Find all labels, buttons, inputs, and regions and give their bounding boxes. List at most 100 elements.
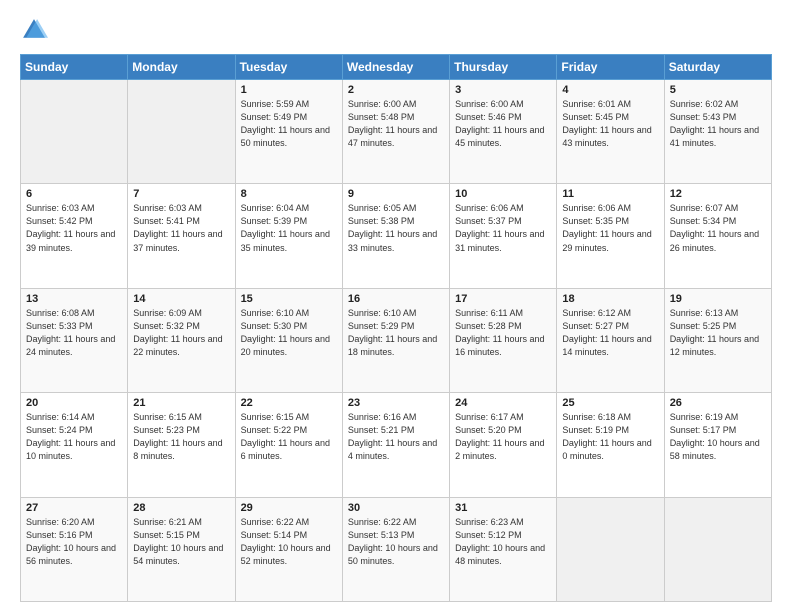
day-number: 6: [26, 188, 122, 200]
day-info: Sunrise: 5:59 AM Sunset: 5:49 PM Dayligh…: [241, 98, 337, 150]
day-number: 31: [455, 502, 551, 514]
day-info: Sunrise: 6:22 AM Sunset: 5:13 PM Dayligh…: [348, 516, 444, 568]
calendar-cell: 10 Sunrise: 6:06 AM Sunset: 5:37 PM Dayli…: [450, 184, 557, 288]
calendar-cell: [557, 497, 664, 601]
day-number: 12: [670, 188, 766, 200]
day-info: Sunrise: 6:04 AM Sunset: 5:39 PM Dayligh…: [241, 202, 337, 254]
calendar-table: SundayMondayTuesdayWednesdayThursdayFrid…: [20, 54, 772, 602]
calendar-cell: [664, 497, 771, 601]
day-number: 22: [241, 397, 337, 409]
day-number: 10: [455, 188, 551, 200]
day-number: 11: [562, 188, 658, 200]
calendar-cell: 29 Sunrise: 6:22 AM Sunset: 5:14 PM Dayli…: [235, 497, 342, 601]
day-number: 16: [348, 293, 444, 305]
day-number: 30: [348, 502, 444, 514]
weekday-header: Sunday: [21, 55, 128, 80]
calendar-cell: 16 Sunrise: 6:10 AM Sunset: 5:29 PM Dayli…: [342, 288, 449, 392]
day-number: 24: [455, 397, 551, 409]
calendar-body: 1 Sunrise: 5:59 AM Sunset: 5:49 PM Daylig…: [21, 80, 772, 602]
day-number: 14: [133, 293, 229, 305]
day-number: 21: [133, 397, 229, 409]
calendar-cell: 28Sunrise: 6:21 AM Sunset: 5:15 PM Dayli…: [128, 497, 235, 601]
calendar-cell: 3 Sunrise: 6:00 AM Sunset: 5:46 PM Daylig…: [450, 80, 557, 184]
weekday-header: Friday: [557, 55, 664, 80]
calendar-cell: 4Sunrise: 6:01 AM Sunset: 5:45 PM Daylig…: [557, 80, 664, 184]
calendar-week: 6 Sunrise: 6:03 AM Sunset: 5:42 PM Daylig…: [21, 184, 772, 288]
calendar-cell: 2 Sunrise: 6:00 AM Sunset: 5:48 PM Daylig…: [342, 80, 449, 184]
calendar-cell: 21 Sunrise: 6:15 AM Sunset: 5:23 PM Dayli…: [128, 393, 235, 497]
day-info: Sunrise: 6:06 AM Sunset: 5:35 PM Dayligh…: [562, 202, 658, 254]
calendar-cell: 1 Sunrise: 5:59 AM Sunset: 5:49 PM Daylig…: [235, 80, 342, 184]
day-number: 15: [241, 293, 337, 305]
day-info: Sunrise: 6:13 AM Sunset: 5:25 PM Dayligh…: [670, 307, 766, 359]
day-info: Sunrise: 6:16 AM Sunset: 5:21 PM Dayligh…: [348, 411, 444, 463]
day-number: 3: [455, 84, 551, 96]
weekday-header: Tuesday: [235, 55, 342, 80]
day-info: Sunrise: 6:15 AM Sunset: 5:23 PM Dayligh…: [133, 411, 229, 463]
calendar-cell: 22 Sunrise: 6:15 AM Sunset: 5:22 PM Dayli…: [235, 393, 342, 497]
day-info: Sunrise: 6:22 AM Sunset: 5:14 PM Dayligh…: [241, 516, 337, 568]
day-info: Sunrise: 6:06 AM Sunset: 5:37 PM Dayligh…: [455, 202, 551, 254]
day-info: Sunrise: 6:03 AM Sunset: 5:41 PM Dayligh…: [133, 202, 229, 254]
calendar-cell: [128, 80, 235, 184]
day-info: Sunrise: 6:14 AM Sunset: 5:24 PM Dayligh…: [26, 411, 122, 463]
page: SundayMondayTuesdayWednesdayThursdayFrid…: [0, 0, 792, 612]
calendar-cell: 24 Sunrise: 6:17 AM Sunset: 5:20 PM Dayli…: [450, 393, 557, 497]
day-info: Sunrise: 6:02 AM Sunset: 5:43 PM Dayligh…: [670, 98, 766, 150]
day-number: 29: [241, 502, 337, 514]
calendar-cell: 5 Sunrise: 6:02 AM Sunset: 5:43 PM Daylig…: [664, 80, 771, 184]
day-info: Sunrise: 6:15 AM Sunset: 5:22 PM Dayligh…: [241, 411, 337, 463]
day-info: Sunrise: 6:10 AM Sunset: 5:29 PM Dayligh…: [348, 307, 444, 359]
day-info: Sunrise: 6:10 AM Sunset: 5:30 PM Dayligh…: [241, 307, 337, 359]
calendar-cell: [21, 80, 128, 184]
header: [20, 16, 772, 44]
day-info: Sunrise: 6:12 AM Sunset: 5:27 PM Dayligh…: [562, 307, 658, 359]
day-number: 18: [562, 293, 658, 305]
calendar-cell: 8 Sunrise: 6:04 AM Sunset: 5:39 PM Daylig…: [235, 184, 342, 288]
day-info: Sunrise: 6:21 AM Sunset: 5:15 PM Dayligh…: [133, 516, 229, 568]
weekday-header: Wednesday: [342, 55, 449, 80]
day-number: 1: [241, 84, 337, 96]
day-info: Sunrise: 6:17 AM Sunset: 5:20 PM Dayligh…: [455, 411, 551, 463]
day-info: Sunrise: 6:23 AM Sunset: 5:12 PM Dayligh…: [455, 516, 551, 568]
calendar-cell: 17Sunrise: 6:11 AM Sunset: 5:28 PM Dayli…: [450, 288, 557, 392]
day-info: Sunrise: 6:03 AM Sunset: 5:42 PM Dayligh…: [26, 202, 122, 254]
calendar-cell: 7 Sunrise: 6:03 AM Sunset: 5:41 PM Daylig…: [128, 184, 235, 288]
calendar-week: 27 Sunrise: 6:20 AM Sunset: 5:16 PM Dayli…: [21, 497, 772, 601]
day-info: Sunrise: 6:11 AM Sunset: 5:28 PM Dayligh…: [455, 307, 551, 359]
calendar-cell: 12Sunrise: 6:07 AM Sunset: 5:34 PM Dayli…: [664, 184, 771, 288]
day-info: Sunrise: 6:00 AM Sunset: 5:46 PM Dayligh…: [455, 98, 551, 150]
calendar-cell: 30 Sunrise: 6:22 AM Sunset: 5:13 PM Dayli…: [342, 497, 449, 601]
day-number: 2: [348, 84, 444, 96]
day-number: 4: [562, 84, 658, 96]
weekday-header: Monday: [128, 55, 235, 80]
day-info: Sunrise: 6:05 AM Sunset: 5:38 PM Dayligh…: [348, 202, 444, 254]
calendar-cell: 27 Sunrise: 6:20 AM Sunset: 5:16 PM Dayli…: [21, 497, 128, 601]
day-number: 27: [26, 502, 122, 514]
day-number: 20: [26, 397, 122, 409]
day-number: 19: [670, 293, 766, 305]
day-number: 25: [562, 397, 658, 409]
day-number: 5: [670, 84, 766, 96]
calendar-week: 13Sunrise: 6:08 AM Sunset: 5:33 PM Dayli…: [21, 288, 772, 392]
calendar-cell: 11 Sunrise: 6:06 AM Sunset: 5:35 PM Dayli…: [557, 184, 664, 288]
header-row: SundayMondayTuesdayWednesdayThursdayFrid…: [21, 55, 772, 80]
day-number: 13: [26, 293, 122, 305]
calendar-cell: 13Sunrise: 6:08 AM Sunset: 5:33 PM Dayli…: [21, 288, 128, 392]
calendar-cell: 15 Sunrise: 6:10 AM Sunset: 5:30 PM Dayli…: [235, 288, 342, 392]
logo-icon: [20, 16, 48, 44]
calendar-header: SundayMondayTuesdayWednesdayThursdayFrid…: [21, 55, 772, 80]
day-info: Sunrise: 6:09 AM Sunset: 5:32 PM Dayligh…: [133, 307, 229, 359]
day-number: 8: [241, 188, 337, 200]
weekday-header: Saturday: [664, 55, 771, 80]
calendar-week: 1 Sunrise: 5:59 AM Sunset: 5:49 PM Daylig…: [21, 80, 772, 184]
calendar-cell: 18 Sunrise: 6:12 AM Sunset: 5:27 PM Dayli…: [557, 288, 664, 392]
calendar-cell: 9Sunrise: 6:05 AM Sunset: 5:38 PM Daylig…: [342, 184, 449, 288]
day-number: 7: [133, 188, 229, 200]
calendar-cell: 26Sunrise: 6:19 AM Sunset: 5:17 PM Dayli…: [664, 393, 771, 497]
day-info: Sunrise: 6:20 AM Sunset: 5:16 PM Dayligh…: [26, 516, 122, 568]
day-number: 23: [348, 397, 444, 409]
calendar-cell: 31 Sunrise: 6:23 AM Sunset: 5:12 PM Dayli…: [450, 497, 557, 601]
calendar-cell: 6 Sunrise: 6:03 AM Sunset: 5:42 PM Daylig…: [21, 184, 128, 288]
day-info: Sunrise: 6:00 AM Sunset: 5:48 PM Dayligh…: [348, 98, 444, 150]
